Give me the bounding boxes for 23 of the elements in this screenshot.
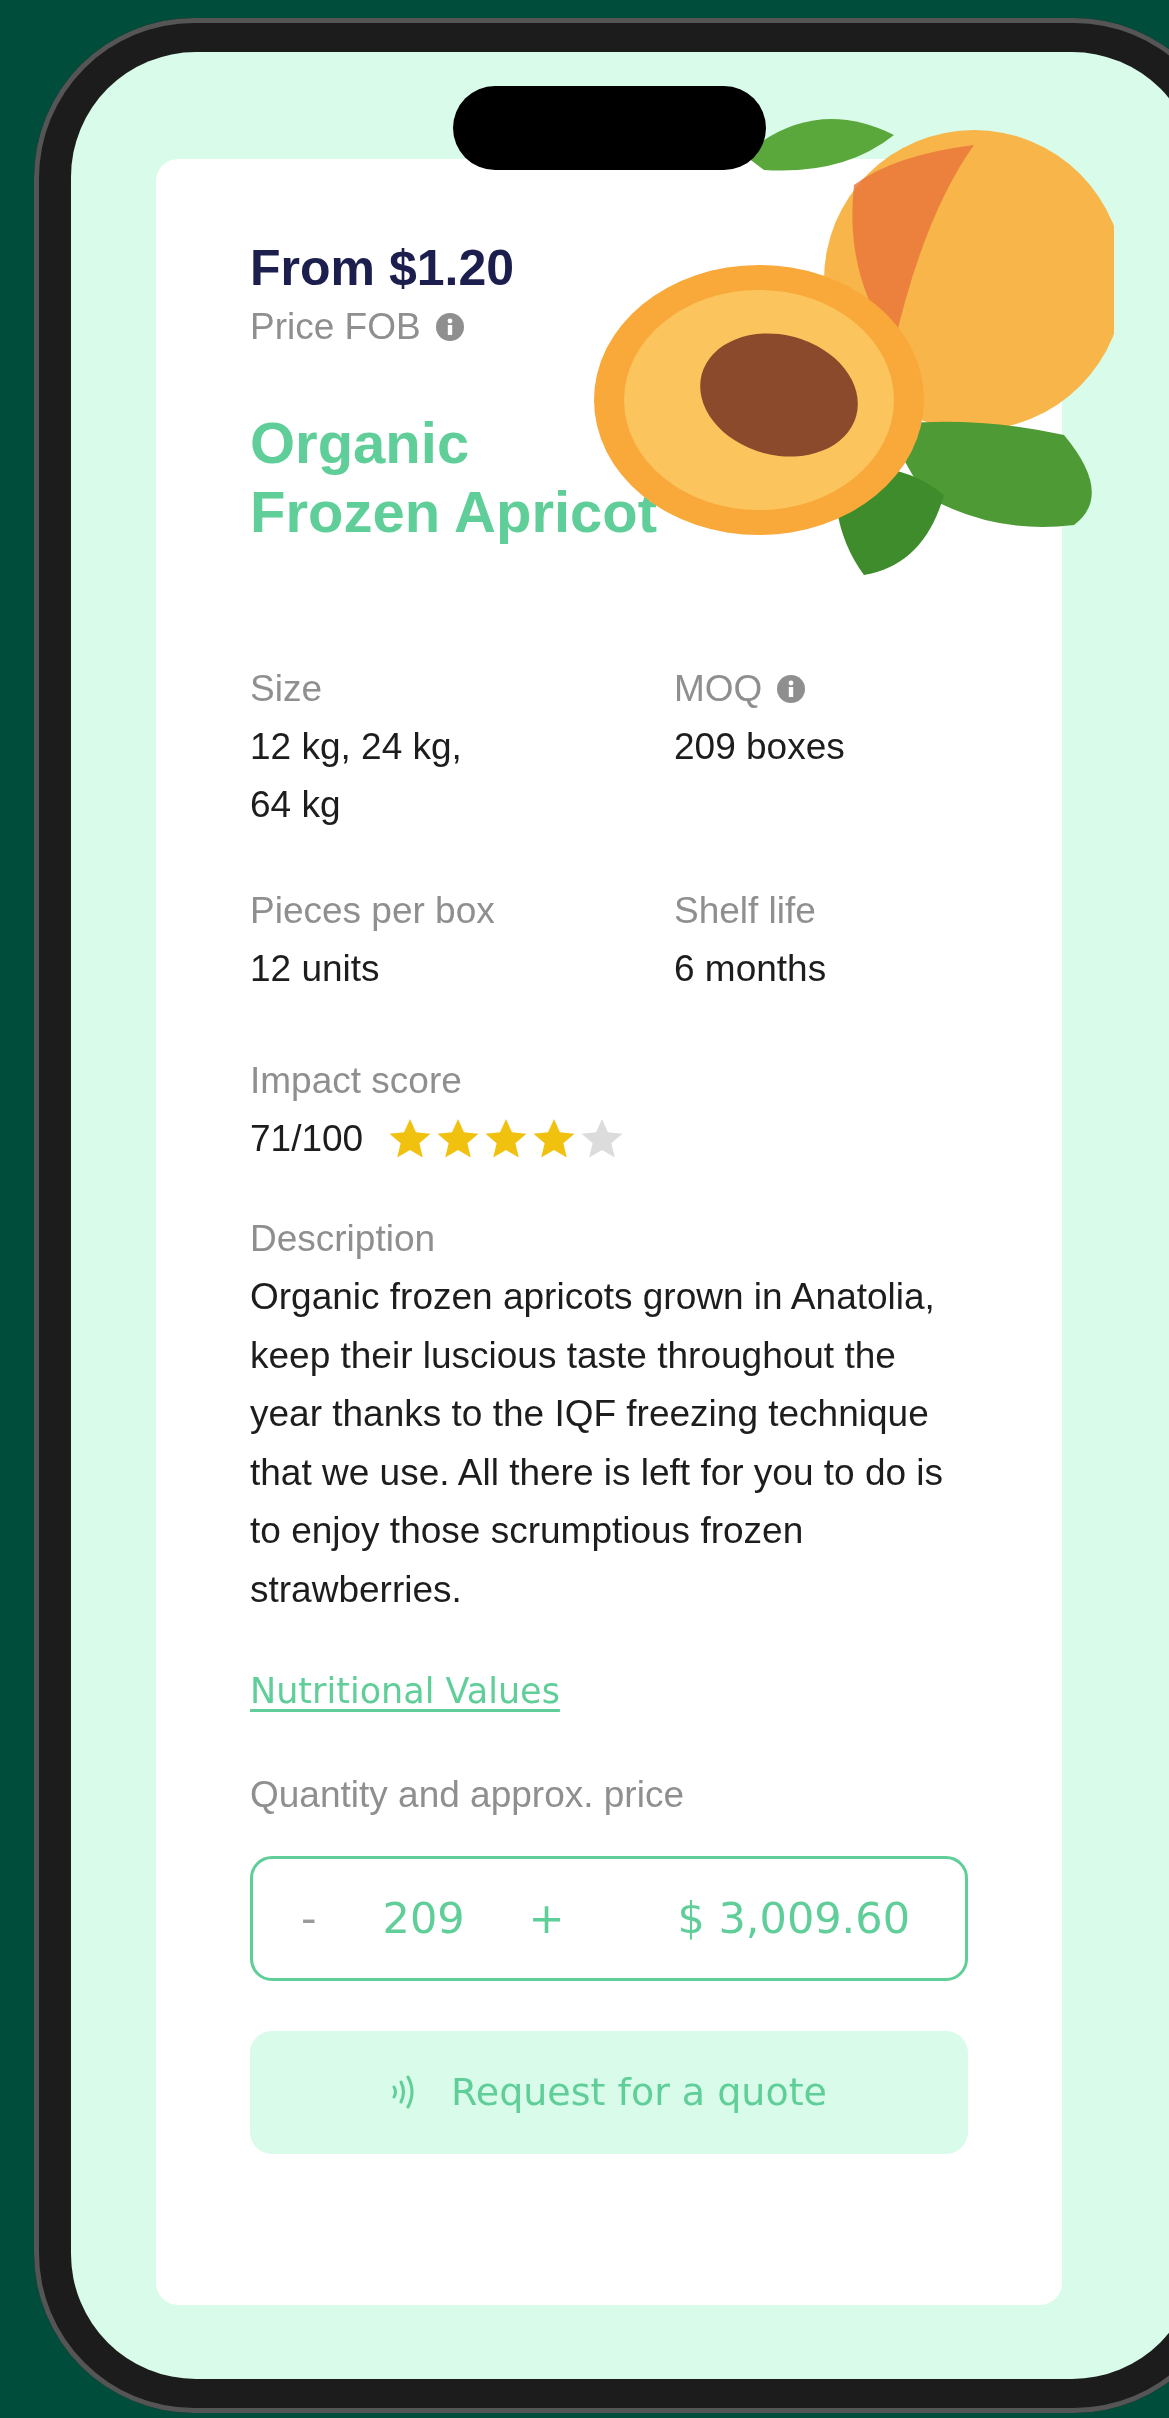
impact-label: Impact score [250, 1060, 462, 1101]
impact-score: 71/100 [250, 1117, 364, 1161]
description-text: Organic frozen apricots grown in Anatolia, keep their luscious taste throughout the year thanks to the IQF freezing technique that we use. All there is left for you to do is to enjoy those scrumptious frozen strawberries. [250, 1275, 945, 1612]
quantity-field[interactable]: - 209 + $ 3,009.60 [250, 1855, 968, 1981]
approx-price: $ 3,009.60 [677, 1893, 910, 1944]
request-quote-button[interactable]: Request for a quote [250, 2030, 968, 2154]
spec-label: Size [250, 667, 322, 711]
description-label: Description [250, 1218, 436, 1259]
product-title: Organic Frozen Apricot [250, 409, 659, 546]
spec-value: 12 kg, 24 kg, 64 kg [250, 725, 463, 827]
increment-button[interactable]: + [528, 1893, 565, 1944]
nutritional-values-link[interactable]: Nutritional Values [250, 1661, 560, 1720]
spec-label: Shelf life [674, 889, 816, 933]
price-amount: From $1.20 [250, 239, 515, 298]
spec-value: 6 months [674, 947, 828, 991]
spec-value: 12 units [250, 947, 381, 991]
spec-label: MOQ [674, 667, 763, 711]
request-quote-label: Request for a quote [451, 2070, 827, 2115]
spec-label: Pieces per box [250, 889, 495, 933]
quantity-label: Quantity and approx. price [250, 1773, 684, 1815]
quantity-value: 209 [382, 1893, 465, 1944]
spec-value: 209 boxes [674, 725, 846, 769]
price-label: Price FOB [250, 305, 421, 349]
